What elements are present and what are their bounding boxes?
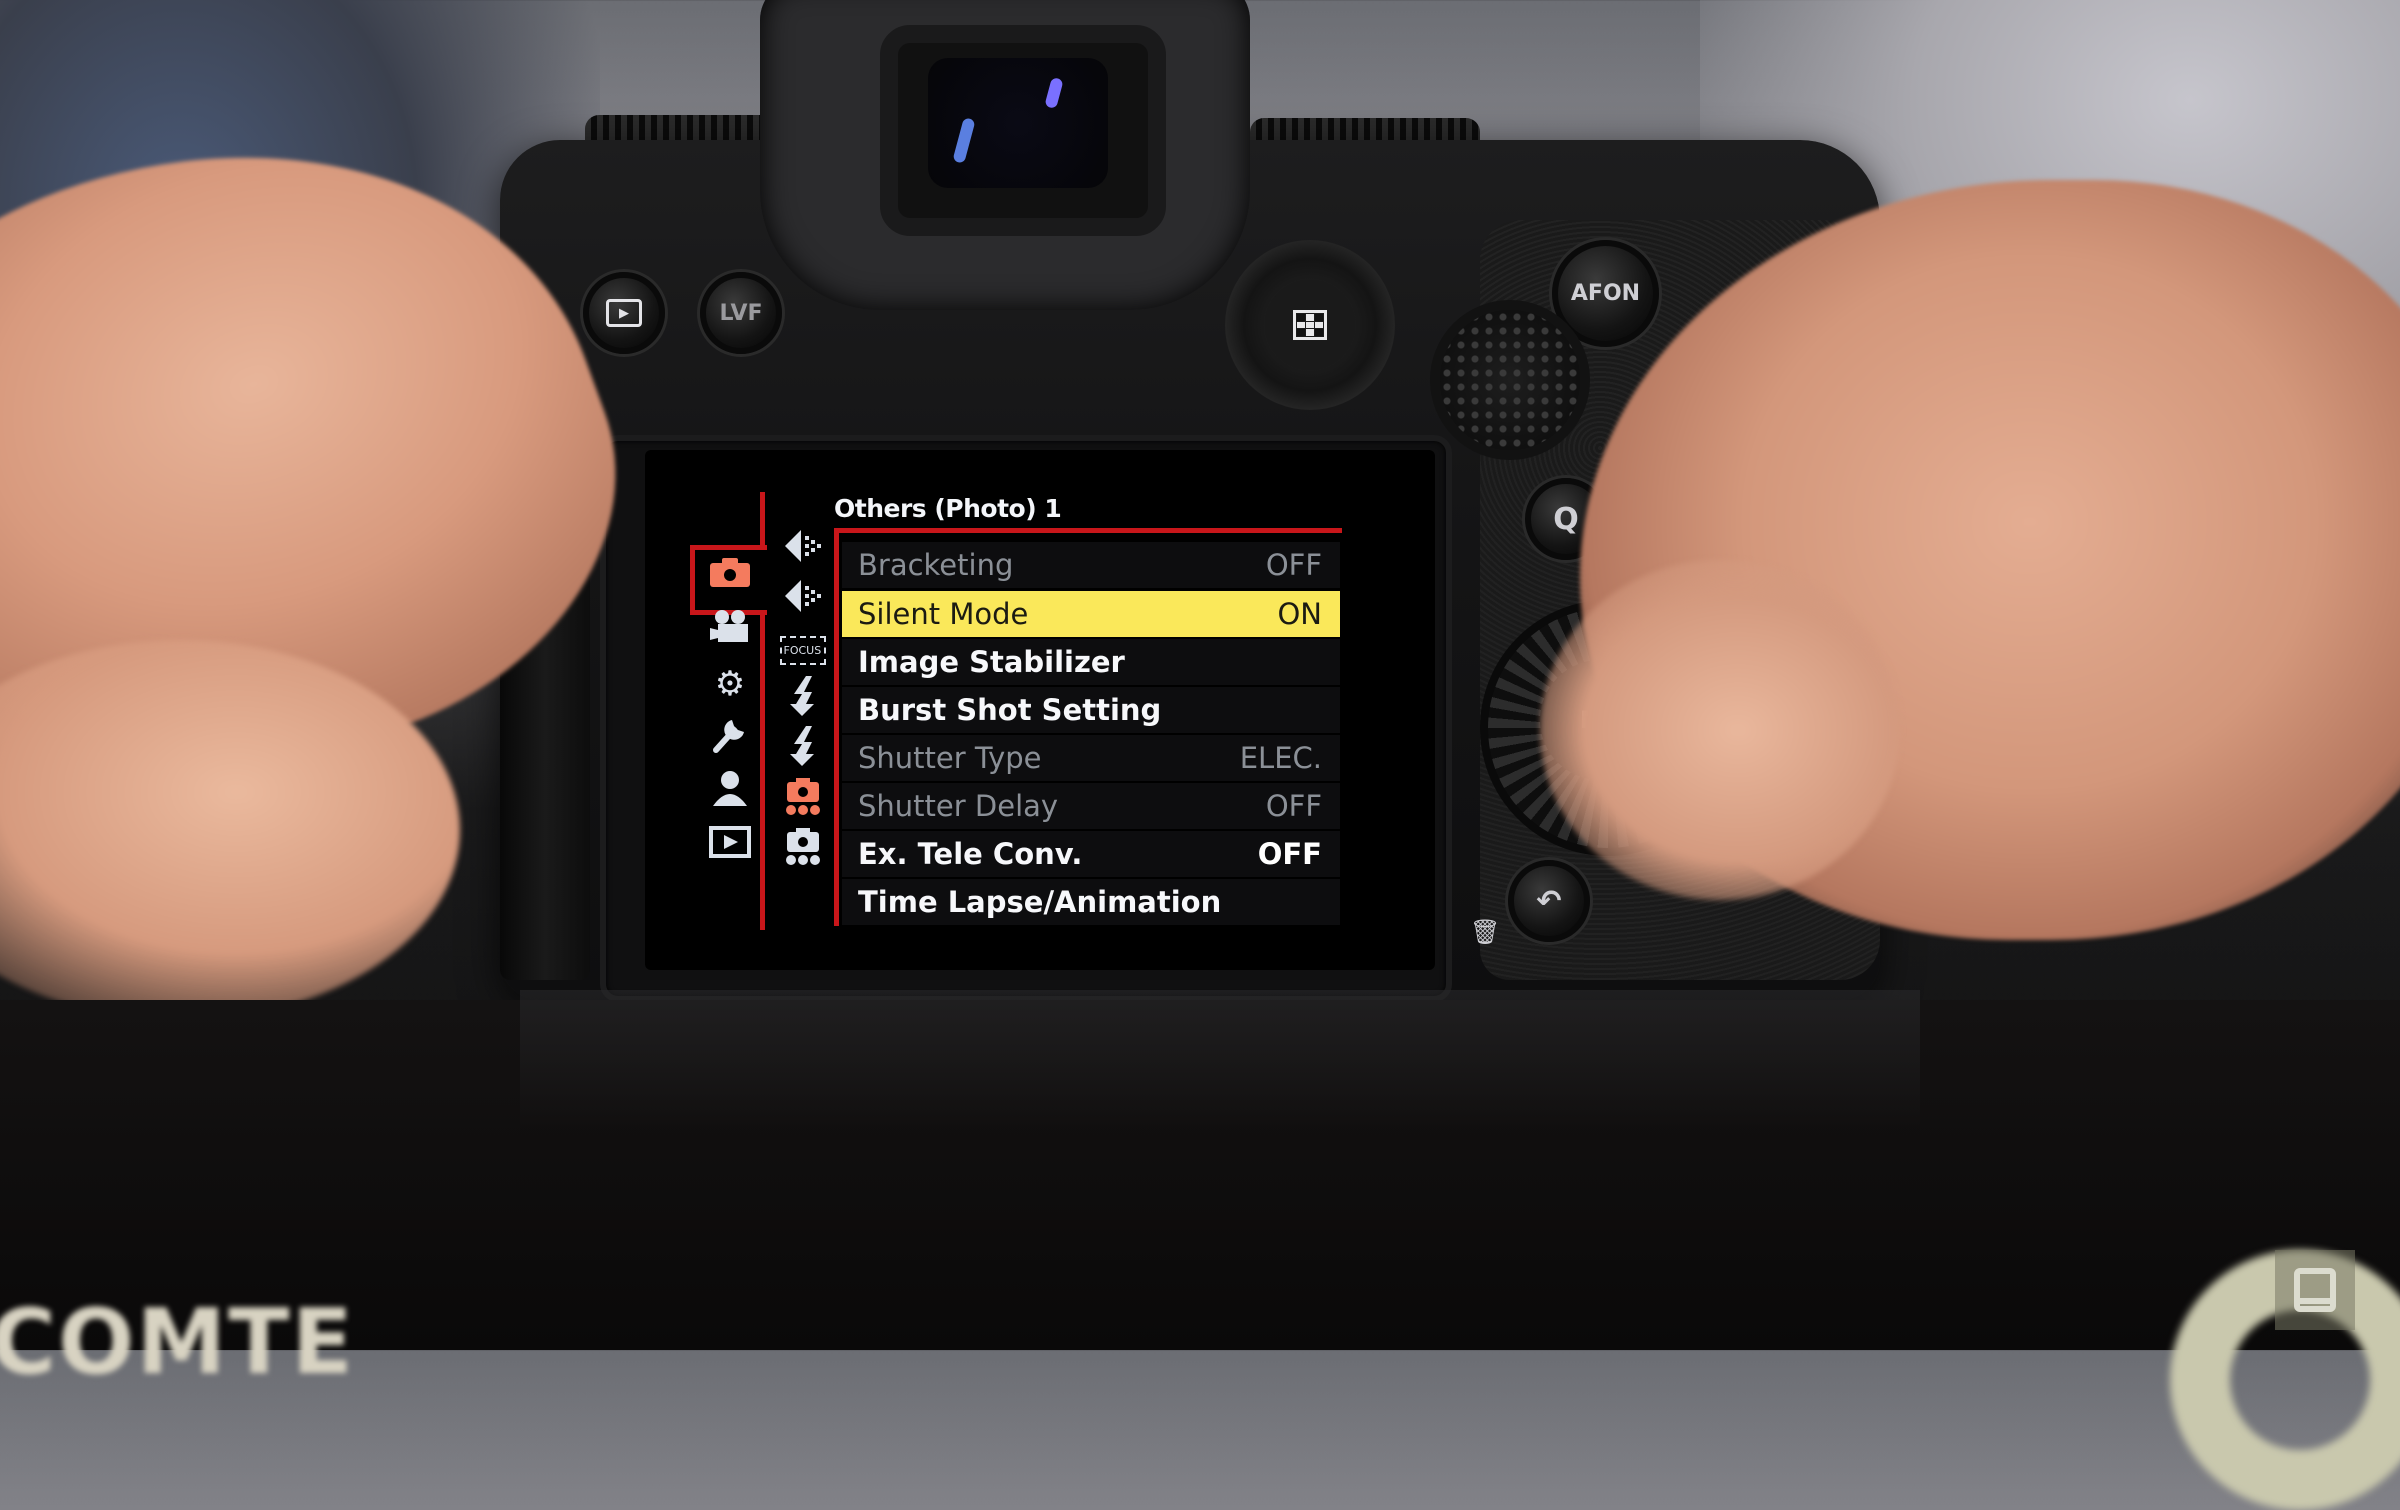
menu-item-shutter-type[interactable]: Shutter Type ELEC. — [842, 735, 1340, 781]
subtab-focus[interactable]: FOCUS — [775, 630, 830, 670]
back-icon: ↶ — [1536, 883, 1562, 919]
menu-item-label: Image Stabilizer — [858, 645, 1125, 679]
playback-icon — [708, 825, 752, 868]
menu-divider — [834, 528, 839, 926]
menu-item-label: Shutter Type — [858, 741, 1042, 775]
tab-video[interactable] — [704, 608, 756, 653]
subtab-others-photo-1[interactable] — [775, 778, 830, 820]
menu-item-label: Bracketing — [858, 548, 1014, 582]
gear-icon: ⚙ — [714, 664, 746, 704]
joystick-button[interactable] — [1265, 280, 1355, 370]
playback-icon: ▶ — [606, 299, 642, 327]
tab-setup[interactable] — [704, 718, 756, 758]
viewfinder-eyecup — [760, 0, 1250, 310]
menu-item-value: OFF — [1265, 789, 1322, 823]
menu-item-ex-tele-conv[interactable]: Ex. Tele Conv. OFF — [842, 831, 1340, 877]
flash-icon — [788, 726, 818, 774]
video-camera-icon — [708, 608, 752, 653]
right-thumb — [1540, 560, 1900, 900]
menu-item-label: Ex. Tele Conv. — [858, 837, 1083, 871]
menu-item-value: OFF — [1265, 548, 1322, 582]
tab-my-menu[interactable] — [704, 770, 756, 812]
menu-item-burst-shot-setting[interactable]: Burst Shot Setting — [842, 687, 1340, 733]
menu-item-value: OFF — [1257, 837, 1322, 871]
subtab-image-quality-1[interactable] — [775, 530, 830, 570]
menu-item-shutter-delay[interactable]: Shutter Delay OFF — [842, 783, 1340, 829]
engadget-e-icon — [2294, 1268, 2336, 1312]
tab-playback[interactable] — [704, 825, 756, 868]
menu-item-image-stabilizer[interactable]: Image Stabilizer — [842, 639, 1340, 685]
wrench-icon — [710, 714, 750, 763]
focus-lever[interactable] — [1430, 300, 1590, 460]
focus-icon: FOCUS — [779, 635, 826, 665]
camera-others-icon — [783, 826, 823, 874]
menu-item-label: Shutter Delay — [858, 789, 1059, 823]
image-quality-icon — [783, 578, 823, 622]
trash-icon: 🗑 — [1470, 918, 1501, 946]
camera-reflection — [520, 990, 1920, 1130]
menu-item-value: ON — [1277, 597, 1322, 631]
menu-item-label: Burst Shot Setting — [858, 693, 1162, 727]
person-icon — [710, 768, 750, 817]
q-label: Q — [1553, 501, 1579, 537]
flash-icon — [788, 676, 818, 724]
subtab-flash-1[interactable] — [775, 676, 830, 720]
camera-icon — [708, 555, 752, 598]
tab-photo[interactable] — [704, 556, 756, 596]
engadget-logo — [2275, 1250, 2355, 1330]
grid-icon — [1293, 310, 1327, 340]
menu-item-time-lapse-animation[interactable]: Time Lapse/Animation — [842, 879, 1340, 925]
box-label-text: COMTE — [0, 1290, 355, 1395]
tab-custom[interactable]: ⚙ — [704, 664, 756, 704]
lvf-button[interactable]: LVF — [700, 272, 782, 354]
image-quality-icon — [783, 528, 823, 572]
subtab-others-photo-2[interactable] — [775, 828, 830, 870]
menu-item-value: ELEC. — [1239, 741, 1322, 775]
camera-others-icon — [783, 776, 823, 824]
menu-item-silent-mode[interactable]: Silent Mode ON — [842, 591, 1340, 637]
menu-item-label: Time Lapse/Animation — [858, 885, 1222, 919]
menu-item-bracketing[interactable]: Bracketing OFF — [842, 542, 1340, 588]
subtab-image-quality-2[interactable] — [775, 580, 830, 620]
menu-title: Others (Photo) 1 — [834, 494, 1062, 523]
subtab-flash-2[interactable] — [775, 726, 830, 770]
menu-title-underline — [834, 528, 1342, 533]
menu-item-label: Silent Mode — [858, 597, 1029, 631]
viewfinder-lens — [928, 58, 1108, 188]
lvf-label: LVF — [719, 300, 763, 326]
back-button[interactable]: ↶ — [1508, 860, 1590, 942]
afon-label: AFON — [1570, 281, 1641, 306]
playback-button[interactable]: ▶ — [583, 272, 665, 354]
